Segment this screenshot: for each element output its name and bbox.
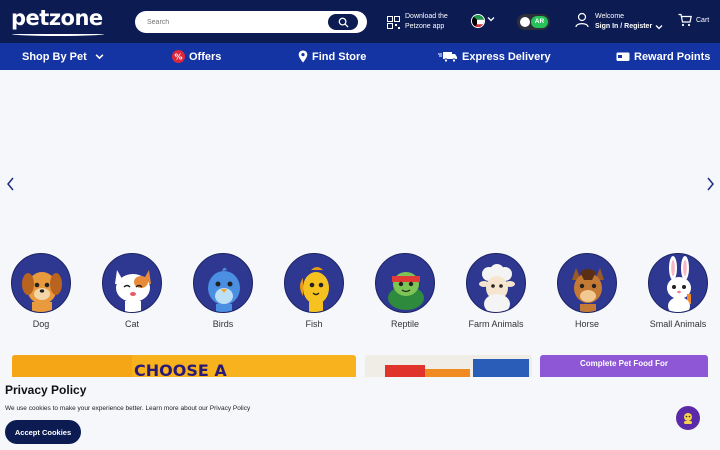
- privacy-message: We use cookies to make your experience b…: [5, 405, 144, 412]
- main-nav: Shop By Pet % Offers Find Store Express …: [0, 43, 720, 70]
- nav-express-delivery[interactable]: Express Delivery: [438, 43, 551, 70]
- petzone-logo[interactable]: petzone: [11, 6, 103, 30]
- nav-label: Shop By Pet: [22, 50, 87, 63]
- category-label: Small Animals: [649, 319, 707, 329]
- category-farm-animals[interactable]: Farm Animals: [458, 253, 534, 329]
- category-fish[interactable]: Fish: [276, 253, 352, 329]
- carousel-next-arrow-icon[interactable]: [704, 176, 716, 192]
- category-cat[interactable]: Cat: [94, 253, 170, 329]
- nav-label: Find Store: [312, 50, 367, 63]
- category-small-animals[interactable]: Small Animals: [640, 253, 716, 329]
- user-icon: [575, 12, 589, 28]
- category-label: Horse: [574, 319, 599, 329]
- svg-text:%: %: [174, 52, 182, 61]
- location-pin-icon: [298, 50, 308, 63]
- nav-shop-by-pet[interactable]: Shop By Pet: [22, 43, 104, 70]
- sign-in-register-link[interactable]: Sign In / Register: [595, 22, 652, 32]
- category-birds[interactable]: Birds: [185, 253, 261, 329]
- top-header: petzone Download the Petzone app AR Welc…: [0, 0, 720, 43]
- chat-assistant-button[interactable]: [676, 406, 700, 430]
- language-toggle[interactable]: AR: [517, 14, 550, 30]
- pet-categories: Dog Cat Birds Fish Reptile Farm Animals: [0, 253, 720, 333]
- category-label: Dog: [32, 319, 50, 329]
- bird-icon: [193, 253, 253, 313]
- delivery-truck-icon: [438, 51, 458, 63]
- app-download-link[interactable]: Download the Petzone app: [387, 12, 448, 32]
- category-label: Cat: [124, 319, 139, 329]
- carousel-prev-arrow-icon[interactable]: [5, 176, 17, 192]
- chat-assistant-icon: [684, 413, 692, 424]
- search-icon: [338, 17, 349, 28]
- chevron-down-icon: [655, 25, 663, 30]
- fish-icon: [284, 253, 344, 313]
- banner-headline: Complete Pet Food For: [580, 359, 668, 368]
- language-label: AR: [531, 16, 548, 28]
- search-input[interactable]: [147, 15, 327, 29]
- category-dog[interactable]: Dog: [3, 253, 79, 329]
- search-bar: [135, 11, 367, 33]
- cat-icon: [102, 253, 162, 313]
- logo-swoosh: [12, 32, 104, 36]
- toggle-knob: [520, 17, 530, 27]
- app-download-line2: Petzone app: [405, 23, 445, 30]
- chevron-down-icon[interactable]: [487, 15, 495, 23]
- category-label: Reptile: [390, 319, 419, 329]
- accept-cookies-button[interactable]: Accept Cookies: [5, 420, 81, 444]
- category-horse[interactable]: Horse: [549, 253, 625, 329]
- turtle-icon: [375, 253, 435, 313]
- search-button[interactable]: [328, 14, 358, 30]
- app-download-line1: Download the: [405, 13, 448, 20]
- percent-badge-icon: %: [172, 50, 185, 63]
- cart-button[interactable]: Cart: [678, 13, 709, 27]
- nav-label: Express Delivery: [462, 50, 551, 63]
- nav-label: Offers: [189, 50, 222, 63]
- horse-icon: [557, 253, 617, 313]
- privacy-title: Privacy Policy: [5, 383, 87, 397]
- nav-reward-points[interactable]: Reward Points: [616, 43, 710, 70]
- hero-carousel: [0, 70, 720, 246]
- nav-offers[interactable]: % Offers: [172, 43, 221, 70]
- kuwait-flag-icon[interactable]: [471, 14, 485, 28]
- category-reptile[interactable]: Reptile: [367, 253, 443, 329]
- account-menu[interactable]: Welcome Sign In / Register: [575, 12, 663, 32]
- cart-label: Cart: [696, 16, 710, 24]
- category-label: Farm Animals: [468, 319, 524, 329]
- account-greeting: Welcome: [595, 13, 625, 20]
- category-label: Birds: [212, 319, 234, 329]
- privacy-text: We use cookies to make your experience b…: [5, 405, 250, 412]
- nav-find-store[interactable]: Find Store: [298, 43, 366, 70]
- dog-icon: [11, 253, 71, 313]
- privacy-banner: Privacy Policy We use cookies to make yo…: [0, 377, 720, 450]
- sheep-icon: [466, 253, 526, 313]
- privacy-policy-link[interactable]: Learn more about our Privacy Policy: [145, 405, 250, 412]
- nav-label: Reward Points: [634, 50, 711, 63]
- cart-icon: [678, 13, 692, 27]
- category-label: Fish: [305, 319, 323, 329]
- rabbit-icon: [648, 253, 708, 313]
- chevron-down-icon: [95, 54, 104, 60]
- qr-code-icon: [387, 15, 400, 29]
- reward-card-icon: [616, 51, 630, 62]
